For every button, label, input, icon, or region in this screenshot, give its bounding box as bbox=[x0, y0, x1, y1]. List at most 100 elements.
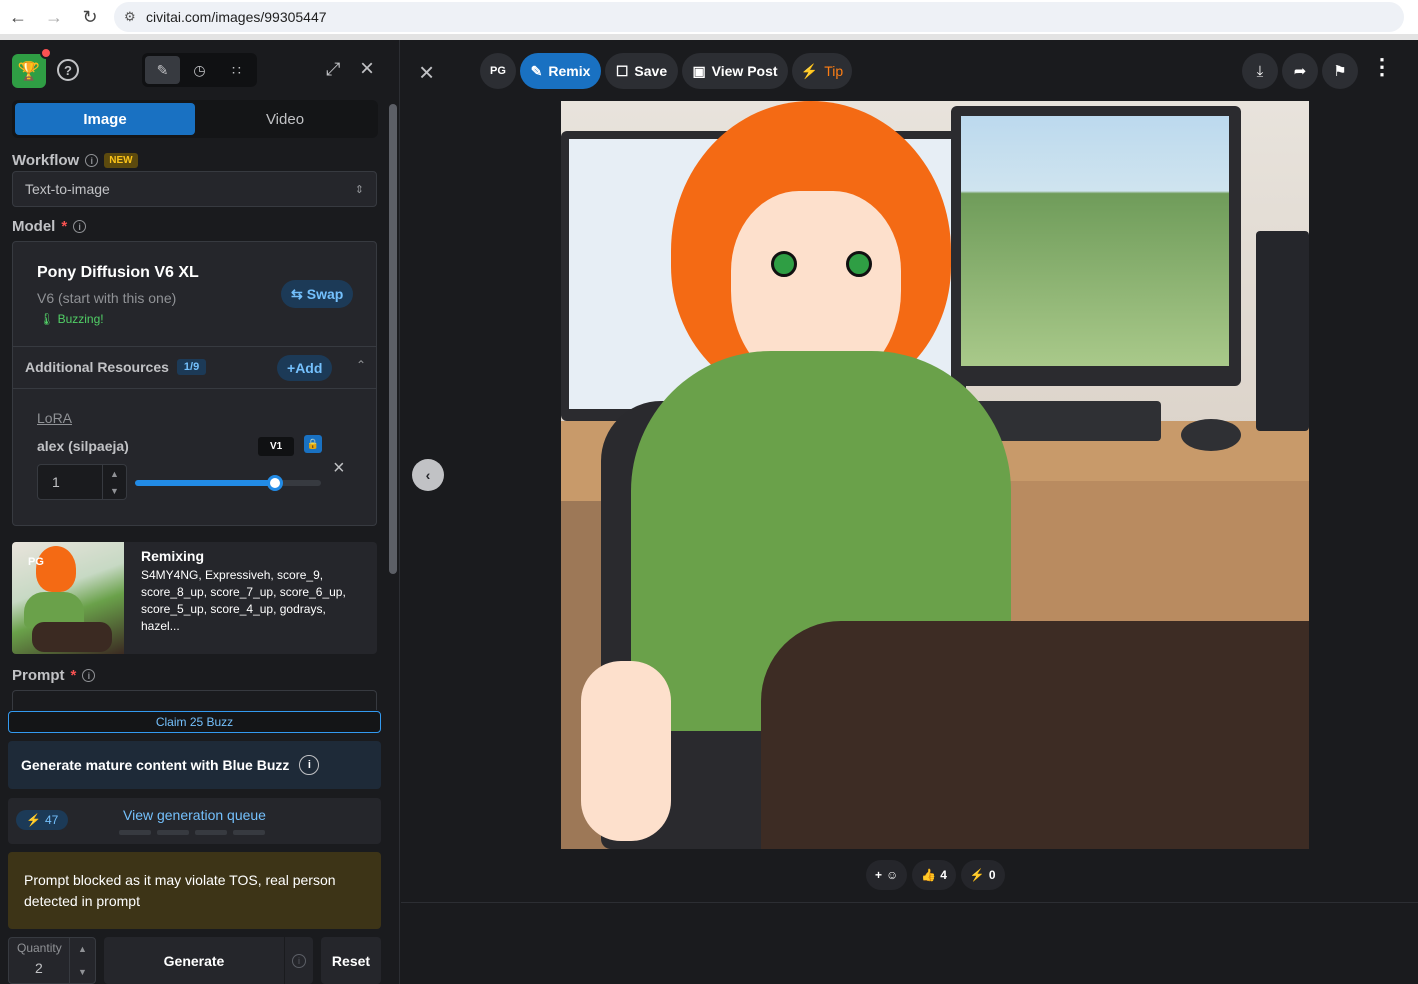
chevron-up-icon[interactable]: ▲ bbox=[78, 944, 87, 954]
required-mark: * bbox=[70, 667, 77, 684]
rating-badge[interactable]: PG bbox=[480, 53, 516, 89]
history-icon[interactable]: ◷ bbox=[182, 56, 217, 84]
art-shape bbox=[846, 251, 872, 277]
additional-resources-label: Additional Resources bbox=[25, 359, 169, 375]
download-icon[interactable]: ⤓ bbox=[1242, 53, 1278, 89]
generate-info[interactable]: i bbox=[284, 937, 313, 984]
divider bbox=[13, 388, 376, 389]
tip-button[interactable]: ⚡ Tip bbox=[792, 53, 852, 89]
close-icon[interactable]: × bbox=[360, 55, 374, 83]
forward-icon[interactable]: → bbox=[36, 0, 72, 34]
art-shape bbox=[761, 621, 1309, 849]
rating-badge: PG bbox=[28, 556, 44, 568]
divider bbox=[13, 346, 376, 347]
lock-icon[interactable]: 🔒 bbox=[304, 435, 322, 453]
additional-resources-header: Additional Resources 1/9 bbox=[25, 359, 207, 375]
chevron-down-icon[interactable]: ▼ bbox=[78, 967, 87, 977]
resources-count-badge: 1/9 bbox=[176, 359, 207, 375]
art-shape bbox=[951, 106, 1241, 386]
view-queue-link[interactable]: View generation queue bbox=[123, 807, 266, 823]
swap-label: Swap bbox=[306, 286, 344, 302]
lora-strength-slider[interactable] bbox=[135, 475, 321, 491]
browser-toolbar: ← → ↻ ⚙ civitai.com/images/99305447 bbox=[0, 0, 1418, 34]
info-icon[interactable]: i bbox=[85, 154, 99, 167]
mature-content-text: Generate mature content with Blue Buzz bbox=[21, 757, 290, 773]
prompt-blocked-alert: Prompt blocked as it may violate TOS, re… bbox=[8, 852, 381, 929]
info-icon[interactable]: i bbox=[82, 669, 96, 682]
like-reaction-button[interactable]: 👍 4 bbox=[912, 860, 956, 890]
remove-lora-icon[interactable]: × bbox=[333, 457, 345, 480]
back-icon[interactable]: ← bbox=[0, 0, 36, 34]
tab-video[interactable]: Video bbox=[195, 103, 375, 135]
quantity-value: 2 bbox=[35, 960, 43, 976]
new-badge: NEW bbox=[104, 153, 138, 168]
tab-image[interactable]: Image bbox=[15, 103, 195, 135]
close-icon[interactable]: × bbox=[419, 57, 434, 88]
buzz-reaction-button[interactable]: ⚡ 0 bbox=[960, 860, 1005, 890]
mature-content-banner[interactable]: Generate mature content with Blue Buzz i bbox=[8, 741, 381, 789]
queue-bar bbox=[119, 830, 151, 835]
like-count: 4 bbox=[940, 868, 947, 882]
claim-buzz-button[interactable]: Claim 25 Buzz bbox=[8, 711, 381, 733]
thumb-shape bbox=[36, 546, 76, 592]
help-icon[interactable]: ? bbox=[57, 59, 79, 81]
share-icon[interactable]: ➦ bbox=[1282, 53, 1318, 89]
remix-title: Remixing bbox=[141, 548, 205, 564]
prompt-label: Prompt bbox=[12, 667, 65, 684]
chevron-up-icon[interactable]: ⌃ bbox=[356, 358, 366, 372]
info-icon[interactable]: i bbox=[299, 755, 320, 775]
add-resource-button[interactable]: + Add bbox=[277, 355, 333, 381]
lora-version-badge[interactable]: V1 bbox=[258, 437, 295, 456]
model-label-row: Model * i bbox=[12, 218, 87, 235]
info-icon[interactable]: i bbox=[73, 220, 87, 233]
slider-thumb[interactable] bbox=[266, 475, 283, 491]
reload-icon[interactable]: ↻ bbox=[72, 0, 108, 34]
trophy-icon[interactable]: 🏆 bbox=[12, 54, 46, 88]
add-reaction-button[interactable]: + ☺ bbox=[866, 860, 908, 890]
chevron-down-icon[interactable]: ▼ bbox=[110, 486, 119, 496]
workflow-select[interactable]: Text-to-image ⇕ bbox=[12, 171, 377, 207]
strength-stepper[interactable]: ▲ ▼ bbox=[102, 465, 126, 499]
prompt-textarea[interactable] bbox=[12, 690, 377, 710]
chevron-left-icon[interactable]: ‹ bbox=[412, 459, 444, 491]
site-settings-icon[interactable]: ⚙ bbox=[124, 9, 146, 25]
required-mark: * bbox=[61, 218, 68, 235]
view-post-label: View Post bbox=[711, 63, 778, 79]
art-shape bbox=[1256, 231, 1309, 431]
scrollbar[interactable] bbox=[389, 104, 397, 574]
bolt-icon: ⚡ bbox=[969, 868, 985, 882]
quantity-input[interactable]: Quantity 2 ▲ ▼ bbox=[8, 937, 96, 984]
more-options-icon[interactable]: ⋮ bbox=[1371, 54, 1393, 80]
mode-switcher: ✎ ◷ ∷ bbox=[142, 53, 257, 87]
bookmark-icon: ☐ bbox=[615, 62, 629, 79]
model-version: V6 (start with this one) bbox=[37, 290, 177, 306]
chevron-up-icon[interactable]: ▲ bbox=[110, 469, 119, 479]
remix-button[interactable]: ✎ Remix bbox=[520, 53, 601, 89]
model-card: Pony Diffusion V6 XL V6 (start with this… bbox=[12, 241, 377, 526]
remix-card[interactable]: PG Remixing S4MY4NG, Expressiveh, score_… bbox=[12, 542, 377, 654]
view-post-button[interactable]: ▣ View Post bbox=[682, 53, 788, 89]
reset-button[interactable]: Reset bbox=[321, 937, 381, 984]
grid-icon[interactable]: ∷ bbox=[219, 56, 254, 84]
expand-icon[interactable]: ⤢ bbox=[326, 59, 340, 80]
lora-name: alex (silpaeja) bbox=[37, 438, 129, 454]
remix-label: Remix bbox=[548, 63, 591, 79]
main-image bbox=[561, 101, 1309, 849]
brush-icon[interactable]: ✎ bbox=[145, 56, 180, 84]
generate-button[interactable]: Generate i bbox=[104, 937, 313, 984]
thumbs-up-icon: 👍 bbox=[921, 868, 937, 882]
flag-icon[interactable]: ⚑ bbox=[1322, 53, 1358, 89]
save-button[interactable]: ☐ Save bbox=[605, 53, 678, 89]
quantity-stepper[interactable]: ▲ ▼ bbox=[69, 938, 95, 983]
model-name: Pony Diffusion V6 XL bbox=[37, 264, 199, 281]
lora-strength-value: 1 bbox=[52, 474, 60, 490]
address-bar[interactable]: ⚙ civitai.com/images/99305447 bbox=[114, 2, 1404, 32]
smiley-icon: ☺ bbox=[886, 868, 899, 882]
swap-model-button[interactable]: ⇆ Swap bbox=[281, 280, 354, 308]
model-status: 🌡 Buzzing! bbox=[39, 312, 104, 326]
lora-type-link[interactable]: LoRA bbox=[37, 410, 72, 426]
chevron-updown-icon: ⇕ bbox=[354, 183, 364, 196]
add-label: Add bbox=[295, 360, 323, 376]
prompt-label-row: Prompt * i bbox=[12, 667, 96, 684]
lora-strength-input[interactable]: 1 ▲ ▼ bbox=[37, 464, 127, 500]
